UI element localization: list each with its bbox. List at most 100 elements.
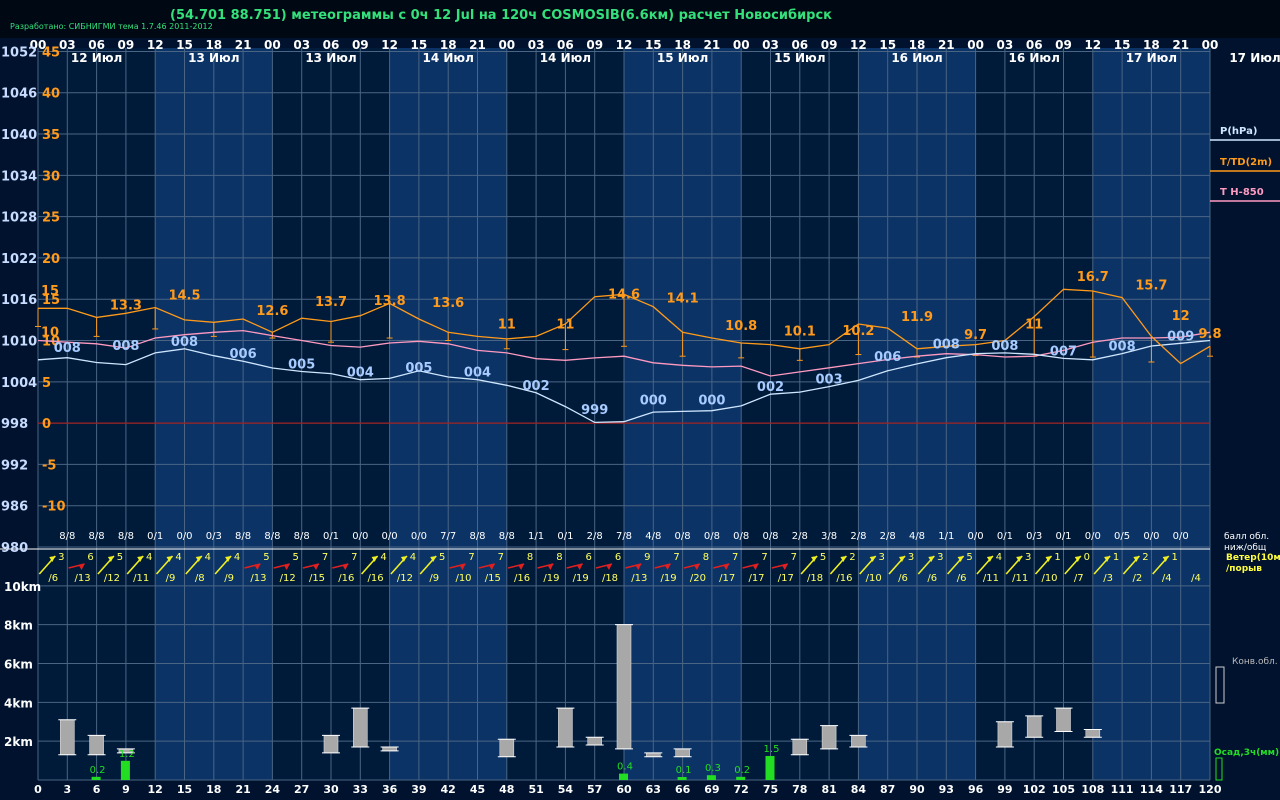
cloud-fraction: 8/8	[235, 531, 251, 542]
top-hour-tick: 00	[498, 38, 515, 52]
convective-cloud-bar	[645, 752, 661, 757]
wind-speed: 2	[1142, 552, 1148, 563]
wind-gust: /12	[397, 573, 413, 584]
pressure-tick: 1040	[1, 128, 37, 143]
temp-tick: -5	[42, 458, 56, 473]
top-hour-tick: 12	[381, 38, 398, 52]
pressure-data-label: 002	[523, 379, 550, 394]
wind-gust: /6	[927, 573, 937, 584]
precip-label: 0.4	[617, 762, 633, 773]
bottom-hour-tick: 102	[1023, 783, 1046, 796]
wind-speed: 0	[1084, 552, 1090, 563]
top-hour-tick: 03	[528, 38, 545, 52]
precip-label: 0.2	[734, 765, 750, 776]
wind-gust: /6	[48, 573, 58, 584]
date-label: 15 Июл	[657, 51, 708, 65]
temperature-data-label: 9.7	[964, 328, 987, 343]
wind-speed: 5	[820, 552, 826, 563]
wind-gust: /19	[661, 573, 677, 584]
temp-tick: 5	[42, 376, 51, 391]
temperature-data-label: 11	[556, 317, 574, 332]
cloud-fraction: 2/8	[587, 531, 603, 542]
pressure-tick: 1028	[1, 211, 37, 226]
cloud-fraction: 8/8	[294, 531, 310, 542]
precip-label: 0.1	[676, 765, 692, 776]
bottom-hour-tick: 18	[206, 783, 221, 796]
temperature-data-label: 11	[1025, 317, 1043, 332]
date-label: 16 Июл	[1009, 51, 1060, 65]
wind-gust: /12	[104, 573, 120, 584]
convective-cloud-bar	[851, 735, 866, 748]
precip-bar	[677, 777, 687, 780]
altitude-tick: 4km	[4, 696, 33, 710]
convective-cloud-bar	[821, 725, 837, 750]
temperature-data-label: 13.3	[110, 298, 142, 313]
wind-speed: 1	[1113, 552, 1119, 563]
bottom-hour-tick: 105	[1052, 783, 1075, 796]
temp-tick: 45	[42, 45, 60, 60]
temperature-data-label: 10	[41, 326, 59, 341]
bottom-hour-tick: 81	[821, 783, 836, 796]
legend-entry: T H-850	[1220, 187, 1264, 198]
cloud-fraction: 0/5	[1114, 531, 1130, 542]
wind-legend: Ветер(10м)	[1226, 553, 1280, 563]
convective-cloud-bar	[323, 735, 339, 754]
bottom-hour-tick: 30	[323, 783, 339, 796]
altitude-tick: 6km	[4, 657, 33, 671]
cloud-fraction: 4/8	[645, 531, 661, 542]
top-hour-tick: 12	[147, 38, 164, 52]
cloud-fraction: 0/8	[762, 531, 778, 542]
pressure-tick: 1034	[1, 169, 37, 184]
wind-speed: 5	[293, 552, 299, 563]
bottom-hour-tick: 12	[148, 783, 163, 796]
bottom-hour-tick: 6	[93, 783, 101, 796]
wind-speed: 7	[498, 552, 504, 563]
precip-label: 1.2	[119, 749, 135, 760]
wind-speed: 8	[527, 552, 533, 563]
temp-tick: 30	[42, 169, 60, 184]
top-hour-tick: 09	[821, 38, 838, 52]
pressure-tick: 980	[1, 541, 28, 556]
wind-speed: 5	[117, 552, 123, 563]
top-hour-tick: 06	[557, 38, 574, 52]
bottom-hour-tick: 24	[265, 783, 281, 796]
pressure-data-label: 006	[230, 347, 257, 362]
cloud-fraction: 4/8	[909, 531, 925, 542]
top-hour-tick: 15	[1114, 38, 1131, 52]
wind-speed: 8	[556, 552, 562, 563]
temperature-data-label: 12.6	[256, 304, 288, 319]
pressure-data-label: 008	[112, 339, 139, 354]
bottom-hour-tick: 78	[792, 783, 807, 796]
temp-tick: 0	[42, 417, 51, 432]
top-hour-tick: 03	[997, 38, 1014, 52]
bottom-hour-tick: 117	[1169, 783, 1192, 796]
wind-speed: 5	[966, 552, 972, 563]
bottom-hour-tick: 42	[441, 783, 456, 796]
top-hour-tick: 21	[704, 38, 721, 52]
precip-bar	[706, 775, 716, 780]
wind-speed: 1	[1054, 552, 1060, 563]
cloud-fraction-legend: ниж/общ	[1224, 543, 1267, 553]
pressure-tick: 1022	[1, 252, 37, 267]
wind-gust: /16	[338, 573, 354, 584]
pressure-data-label: 000	[640, 393, 667, 408]
date-label: 14 Июл	[423, 51, 474, 65]
pressure-data-label: 999	[581, 403, 608, 418]
wind-speed: 7	[351, 552, 357, 563]
wind-gust: /4	[1191, 573, 1201, 584]
conv-cloud-legend: Конв.обл.	[1232, 657, 1278, 667]
top-hour-tick: 12	[850, 38, 867, 52]
top-hour-tick: 21	[235, 38, 252, 52]
bottom-hour-tick: 75	[763, 783, 778, 796]
cloud-fraction: 0/0	[968, 531, 984, 542]
wind-gust: /16	[368, 573, 384, 584]
convective-cloud-bar	[792, 738, 808, 756]
wind-speed: 3	[1025, 552, 1031, 563]
legend-entry: T/TD(2m)	[1220, 157, 1272, 168]
wind-speed: 3	[879, 552, 885, 563]
wind-gust: /13	[75, 573, 91, 584]
top-hour-tick: 00	[967, 38, 984, 52]
top-hour-tick: 15	[879, 38, 896, 52]
convective-cloud-bar	[558, 707, 573, 748]
wind-speed: 7	[761, 552, 767, 563]
